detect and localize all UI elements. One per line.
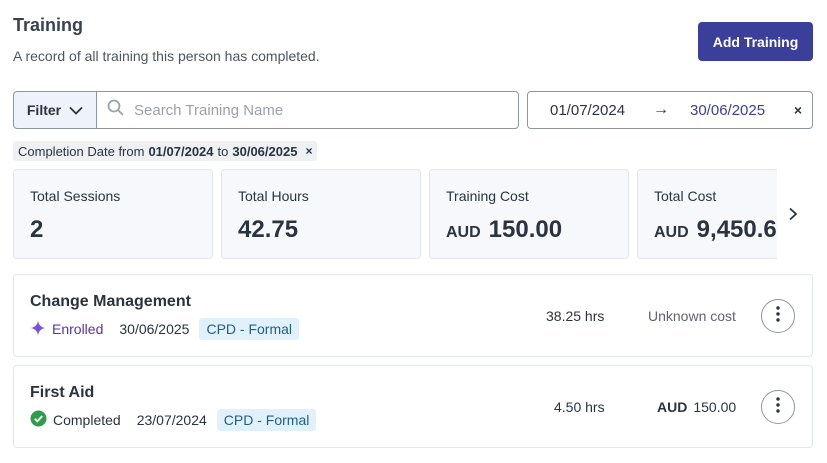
stat-currency: AUD (654, 224, 689, 241)
training-row[interactable]: Change Management Enrolled 30/06/2025 CP… (13, 274, 813, 357)
category-tag: CPD - Formal (199, 318, 300, 340)
stats-carousel: Total Sessions 2 Total Hours 42.75 Train… (13, 169, 777, 261)
status-text: Completed (53, 412, 121, 428)
page-title: Training (13, 15, 84, 35)
date-range-picker[interactable]: 01/07/2024 → 30/06/2025 × (527, 91, 813, 129)
training-meta: Completed 23/07/2024 CPD - Formal (30, 409, 317, 431)
stat-label: Total Hours (238, 188, 309, 204)
training-name[interactable]: Change Management (30, 293, 191, 311)
status-badge: Completed (30, 410, 121, 430)
training-meta: Enrolled 30/06/2025 CPD - Formal (30, 318, 300, 340)
filter-label: Filter (26, 102, 62, 118)
status-badge: Enrolled (30, 320, 103, 339)
chevron-right-icon[interactable] (788, 205, 798, 226)
stat-number: 9,450.69 (696, 216, 777, 243)
training-date: 23/07/2024 (136, 412, 207, 428)
chip-to-word: to (217, 143, 229, 159)
chip-prefix: Completion Date from (18, 143, 145, 159)
training-row[interactable]: First Aid Completed 23/07/2024 CPD - For… (13, 365, 813, 448)
cost-value: Unknown cost (648, 308, 736, 324)
stat-number: 42.75 (238, 216, 299, 243)
check-circle-icon (30, 410, 47, 430)
chevron-down-icon (69, 102, 83, 118)
search-input[interactable] (134, 101, 514, 119)
clear-date-icon[interactable]: × (794, 102, 802, 118)
page-subtitle: A record of all training this person has… (13, 48, 320, 64)
stat-number: 2 (30, 216, 44, 243)
stat-value: 2 (30, 216, 196, 244)
category-tag: CPD - Formal (216, 409, 317, 431)
training-cost: AUD 150.00 (657, 399, 736, 415)
kebab-menu-icon (776, 396, 780, 418)
training-name[interactable]: First Aid (30, 384, 94, 402)
stat-label: Training Cost (446, 188, 529, 204)
arrow-right-icon: → (653, 101, 669, 118)
search-icon (107, 99, 124, 121)
cost-currency: AUD (657, 399, 688, 415)
sparkle-icon (30, 320, 46, 339)
stat-value: 42.75 (238, 216, 404, 244)
training-hours: 4.50 hrs (554, 399, 605, 415)
stat-label: Total Sessions (30, 188, 121, 204)
training-date: 30/06/2025 (119, 321, 190, 337)
active-filter-chip: Completion Date from 01/07/2024 to 30/06… (13, 141, 318, 161)
chip-close-icon[interactable]: × (305, 144, 312, 158)
stat-card-total-hours: Total Hours 42.75 (221, 169, 421, 259)
chip-from-date: 01/07/2024 (148, 143, 214, 159)
stat-label: Total Cost (654, 188, 717, 204)
training-cost: Unknown cost (648, 308, 736, 324)
search-field[interactable] (96, 91, 519, 129)
more-options-button[interactable] (761, 390, 795, 424)
stat-card-total-sessions: Total Sessions 2 (13, 169, 213, 259)
stat-card-total-cost: Total Cost AUD 9,450.69 (637, 169, 777, 259)
date-end[interactable]: 30/06/2025 (690, 102, 765, 119)
stat-value: AUD 150.00 (446, 216, 612, 244)
training-hours: 38.25 hrs (546, 308, 605, 324)
cost-value: 150.00 (693, 399, 737, 415)
stat-currency: AUD (446, 224, 481, 241)
stat-number: 150.00 (488, 216, 563, 243)
status-text: Enrolled (52, 321, 104, 337)
add-training-button[interactable]: Add Training (698, 22, 813, 61)
date-start[interactable]: 01/07/2024 (550, 102, 625, 119)
stat-card-training-cost: Training Cost AUD 150.00 (429, 169, 629, 259)
stat-value: AUD 9,450.69 (654, 216, 777, 244)
filter-button[interactable]: Filter (13, 91, 97, 129)
kebab-menu-icon (776, 305, 780, 327)
chip-to-date: 30/06/2025 (232, 143, 298, 159)
more-options-button[interactable] (761, 299, 795, 333)
